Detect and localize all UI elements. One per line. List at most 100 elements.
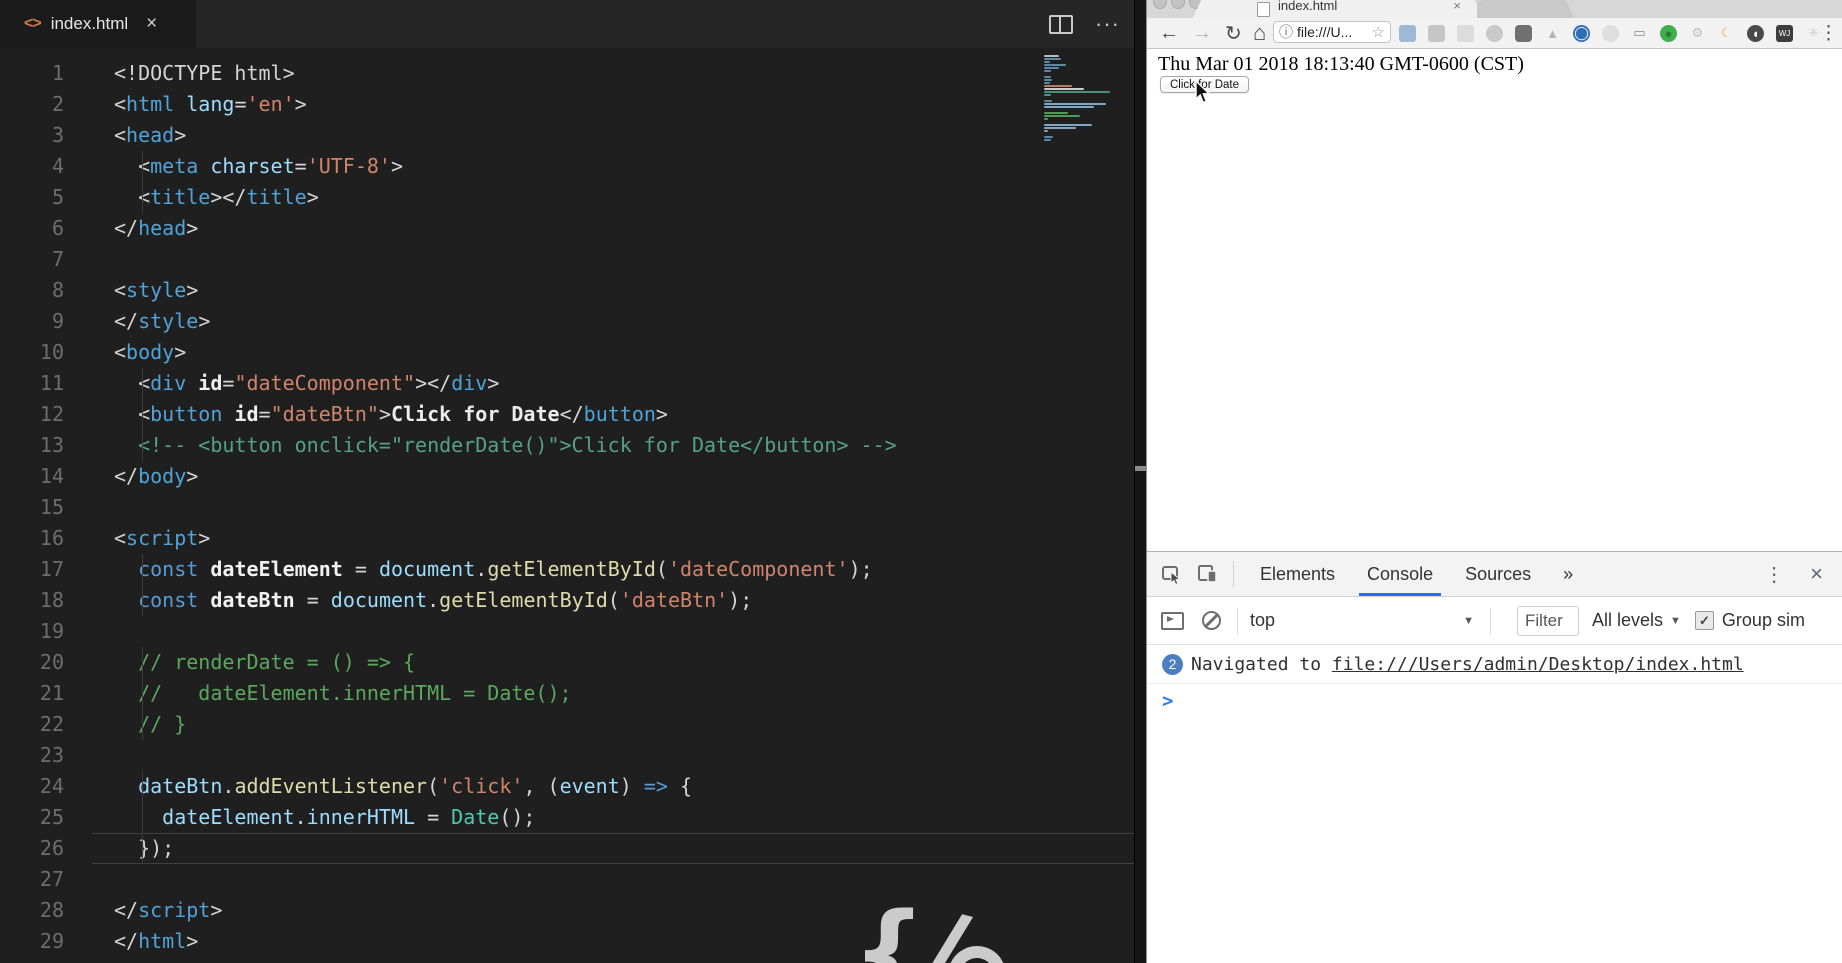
green-dot-extension-icon[interactable]: ● (1660, 24, 1677, 42)
bookmark-star-icon[interactable]: ☆ (1372, 23, 1385, 41)
code-line[interactable]: 2 <html lang='en'> (0, 89, 1134, 120)
code-line[interactable]: 26 }); (0, 833, 1134, 864)
traffic-light-minimize-icon[interactable] (1171, 0, 1185, 9)
code-area[interactable]: 1 <!DOCTYPE html> 2 <html lang='en'> 3 <head>… (0, 48, 1134, 963)
console-filter-input[interactable]: Filter (1517, 605, 1579, 636)
inspect-element-icon[interactable] (1161, 563, 1183, 585)
devtools-tab-[interactable]: » (1547, 552, 1589, 596)
new-tab-stub[interactable] (1477, 0, 1563, 18)
minimap-row (1044, 70, 1051, 72)
editor-tab-index-html[interactable]: <> index.html × (0, 0, 196, 48)
devtools-tab-elements[interactable]: Elements (1244, 552, 1351, 596)
code-line[interactable]: 10 <body> (0, 337, 1134, 368)
split-editor-icon[interactable] (1049, 14, 1074, 34)
browser-toolbar: ← → ↻ ⌂ ⓘ file:///U... ☆ ▲ ◯ ▭ ● ⚙ ☾ ◖ WJ ✳ ⋮ (1147, 18, 1842, 49)
code-text: <!DOCTYPE html> (114, 61, 295, 85)
code-line[interactable]: 19 (0, 616, 1134, 647)
minimap[interactable] (1044, 55, 1116, 142)
code-line[interactable]: 17 const dateElement = document.getEleme… (0, 554, 1134, 585)
wj-extension-icon[interactable]: WJ (1776, 24, 1793, 42)
traffic-light-close-icon[interactable] (1153, 0, 1167, 9)
devtools-panel: Elements Console Sources» ⋮ × top ▼ Filter… (1147, 551, 1842, 963)
minimap-row (1044, 115, 1080, 117)
devtools-tab-console[interactable]: Console (1351, 552, 1449, 596)
browser-tab-title: index.html (1278, 0, 1338, 13)
code-line[interactable]: 24 dateBtn.addEventListener('click', (ev… (0, 771, 1134, 802)
drive-extension-icon[interactable]: ▲ (1544, 25, 1561, 42)
code-line[interactable]: 21 // dateElement.innerHTML = Date(); (0, 678, 1134, 709)
code-line[interactable]: 23 (0, 740, 1134, 771)
refresh-icon[interactable]: ↻ (1225, 18, 1242, 48)
minimap-row (1044, 64, 1066, 66)
minimap-row (1044, 136, 1053, 138)
device-toolbar-icon[interactable] (1197, 563, 1219, 585)
minimap-row (1044, 55, 1059, 57)
indent-guide (142, 368, 143, 399)
code-text: <title></title> (114, 185, 319, 209)
back-icon[interactable]: ← (1159, 18, 1179, 48)
console-prompt[interactable]: > (1147, 684, 1842, 718)
code-line[interactable]: 7 (0, 244, 1134, 275)
browser-window: index.html × ← → ↻ ⌂ ⓘ file:///U... ☆ ▲ ◯… (1146, 0, 1842, 963)
address-bar[interactable]: ⓘ file:///U... ☆ (1273, 21, 1391, 43)
code-line[interactable]: 15 (0, 492, 1134, 523)
code-line[interactable]: 22 // } (0, 709, 1134, 740)
dark-square-extension-icon[interactable] (1515, 24, 1532, 42)
browser-tab-close-icon[interactable]: × (1453, 0, 1461, 13)
code-text: <body> (114, 340, 187, 364)
faint-extension-icon[interactable] (1602, 24, 1619, 42)
code-line[interactable]: 6 </head> (0, 213, 1134, 244)
line-number: 22 (39, 712, 64, 736)
devtools-menu-icon[interactable]: ⋮ (1764, 562, 1784, 587)
page-viewport: Thu Mar 01 2018 18:13:40 GMT-0600 (CST) … (1147, 49, 1842, 551)
prompt-chevron-icon: > (1162, 690, 1174, 712)
log-levels-select[interactable]: All levels ▼ (1592, 610, 1681, 631)
line-number: 23 (39, 743, 64, 767)
swirl-extension-icon[interactable] (1486, 24, 1503, 42)
code-line[interactable]: 18 const dateBtn = document.getElementBy… (0, 585, 1134, 616)
line-number: 2 (51, 92, 64, 116)
clear-console-icon[interactable] (1202, 611, 1221, 630)
code-line[interactable]: 3 <head> (0, 120, 1134, 151)
browser-tab-index-html[interactable]: index.html × (1205, 0, 1471, 18)
screenshot-extension-icon[interactable] (1399, 24, 1416, 42)
code-line[interactable]: 25 dateElement.innerHTML = Date(); (0, 802, 1134, 833)
devtools-close-icon[interactable]: × (1810, 561, 1823, 587)
console-file-link[interactable]: file:///Users/admin/Desktop/index.html (1332, 654, 1744, 675)
devtools-tabs: Elements Console Sources» (1244, 552, 1589, 596)
compass-extension-icon[interactable]: ◯ (1573, 24, 1590, 42)
code-line[interactable]: 1 <!DOCTYPE html> (0, 58, 1134, 89)
cast-extension-icon[interactable]: ▭ (1631, 25, 1648, 42)
code-line[interactable]: 8 <style> (0, 275, 1134, 306)
indent-guide (142, 399, 143, 430)
code-line[interactable]: 16 <script> (0, 523, 1134, 554)
devtools-tab-sources[interactable]: Sources (1449, 552, 1547, 596)
page-info-icon[interactable]: ⓘ (1279, 22, 1293, 42)
code-line[interactable]: 14 </body> (0, 461, 1134, 492)
page-favicon (1257, 2, 1270, 17)
code-line[interactable]: 20 // renderDate = () => { (0, 647, 1134, 678)
group-similar-checkbox[interactable]: ✓ (1694, 611, 1714, 630)
forward-icon[interactable]: → (1192, 18, 1212, 48)
dark-circle-extension-icon[interactable]: ◖ (1747, 24, 1764, 42)
notes-extension-icon[interactable] (1428, 24, 1445, 42)
execution-context-select[interactable]: top ▼ (1250, 610, 1474, 631)
code-line[interactable]: 4 <meta charset='UTF-8'> (0, 151, 1134, 182)
code-line[interactable]: 13 <!-- <button onclick="renderDate()">C… (0, 430, 1134, 461)
indent-guide (142, 182, 143, 213)
line-number: 25 (39, 805, 64, 829)
crescent-extension-icon[interactable]: ☾ (1718, 25, 1735, 42)
tab-close-icon[interactable]: × (146, 13, 157, 35)
more-actions-icon[interactable]: ··· (1095, 13, 1120, 35)
browser-menu-icon[interactable]: ⋮ (1819, 18, 1838, 48)
code-line[interactable]: 5 <title></title> (0, 182, 1134, 213)
code-line[interactable]: 9 </style> (0, 306, 1134, 337)
line-number: 12 (39, 402, 64, 426)
list-extension-icon[interactable] (1457, 24, 1474, 42)
console-sidebar-icon[interactable] (1161, 611, 1184, 630)
code-line[interactable]: 12 <button id="dateBtn">Click for Date</… (0, 399, 1134, 430)
minimap-row (1044, 100, 1052, 102)
code-line[interactable]: 11 <div id="dateComponent"></div> (0, 368, 1134, 399)
gear-extension-icon[interactable]: ⚙ (1689, 25, 1706, 42)
home-icon[interactable]: ⌂ (1253, 18, 1266, 48)
